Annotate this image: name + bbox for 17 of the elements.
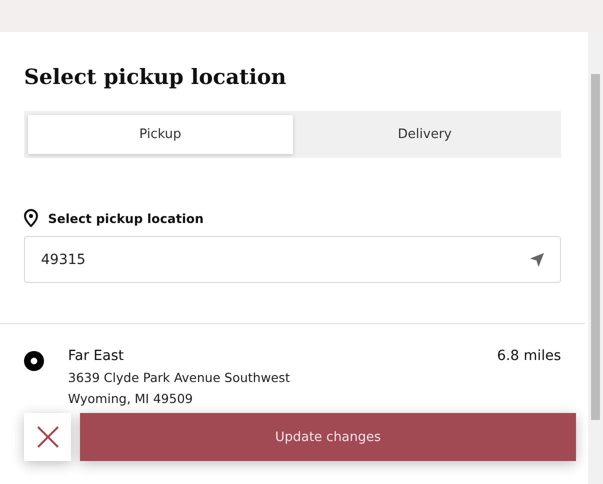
- address-line: 3639 Clyde Park Avenue Southwest: [68, 370, 292, 385]
- scrollbar[interactable]: [588, 32, 603, 484]
- zip-code-field[interactable]: 49315: [24, 236, 561, 283]
- close-button[interactable]: [24, 413, 71, 461]
- tab[interactable]: Delivery: [292, 115, 557, 154]
- navigation-arrow-icon[interactable]: [529, 252, 545, 268]
- location-pin-icon: [24, 209, 38, 227]
- address-line: Wyoming, MI 49509: [68, 391, 194, 406]
- update-button[interactable]: Update changes: [80, 413, 576, 461]
- field-label: Select pickup location: [48, 210, 204, 226]
- modal-title: Select pickup location: [23, 63, 288, 91]
- radio-button[interactable]: [24, 351, 44, 371]
- location-name: Far East: [68, 348, 124, 364]
- location-distance: 6.8 miles: [496, 348, 561, 364]
- scrollbar-thumb[interactable]: [591, 74, 600, 420]
- tab[interactable]: Pickup: [28, 115, 292, 154]
- close-icon: [36, 425, 60, 449]
